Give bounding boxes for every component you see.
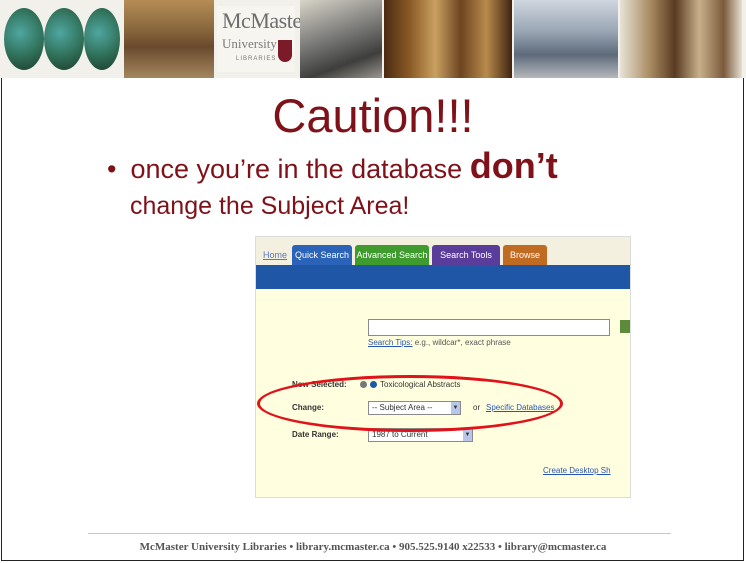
create-shortcut-link[interactable]: Create Desktop Sh [543,466,611,475]
bullet-text: once you’re in the database [130,154,463,184]
footer-text: McMaster University Libraries • library.… [139,541,607,553]
chevron-down-icon: ▼ [463,429,472,441]
tab-search-tools[interactable]: Search Tools [432,245,500,265]
date-range-label: Date Range: [292,430,339,439]
globe-image-2 [44,8,84,70]
tab-home[interactable]: Home [262,245,288,265]
tab-quick-search[interactable]: Quick Search [292,245,352,265]
globe-image-1 [4,8,44,70]
banner: McMaster University LIBRARIES [0,0,746,78]
slide-title: Caution!!! [272,89,474,142]
search-input[interactable] [368,319,610,336]
logo-libraries: LIBRARIES [236,56,277,62]
library-floor-photo [514,0,618,78]
search-tips-text: e.g., wildcar*, exact phrase [414,338,511,347]
bookshelf-photo [384,0,512,78]
bullet-line-1: • once you’re in the database don’t [107,145,558,187]
logo-name: McMaster [222,8,309,33]
logo-university: University [222,36,277,51]
database-screenshot: Home Quick Search Advanced Search Search… [255,236,631,498]
blue-header-bar [256,265,630,289]
search-tips-link[interactable]: Search Tips: [368,338,412,347]
annotation-oval [257,375,563,432]
footer-divider [88,533,671,534]
students-photo [300,0,382,78]
globe-image-3 [84,8,120,70]
bullet-symbol: • [107,154,117,184]
stacks-photo [620,0,742,78]
tab-browse[interactable]: Browse [503,245,547,265]
tab-advanced-search[interactable]: Advanced Search [355,245,429,265]
crest-icon [278,40,292,62]
reading-room-photo [124,0,214,78]
bullet-line-2: change the Subject Area! [130,192,410,220]
search-tips: Search Tips: e.g., wildcar*, exact phras… [368,338,511,347]
bullet-emphasis: don’t [469,145,558,186]
search-go-button[interactable] [620,320,630,333]
